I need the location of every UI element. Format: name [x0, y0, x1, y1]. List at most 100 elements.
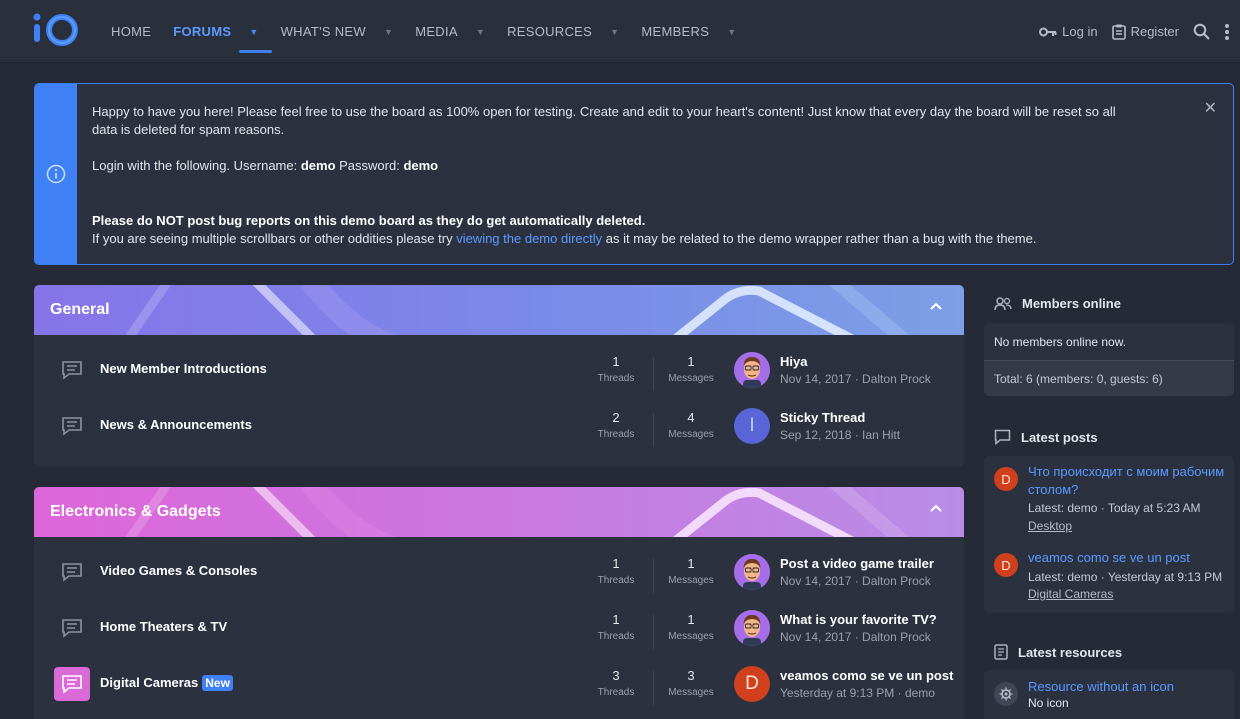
forum-title-link[interactable]: New Member Introductions: [100, 361, 267, 376]
threads-count: 2: [612, 410, 620, 425]
chevron-down-icon[interactable]: ▼: [384, 27, 393, 37]
view-demo-directly-link[interactable]: viewing the demo directly: [456, 231, 602, 246]
chevron-up-icon[interactable]: [930, 302, 942, 310]
avatar[interactable]: D: [994, 467, 1018, 491]
avatar[interactable]: [734, 352, 770, 388]
threads-label: Threads: [597, 631, 635, 642]
avatar[interactable]: [734, 610, 770, 646]
category-electronics: Electronics & Gadgets Video Games & Cons…: [34, 487, 964, 719]
latest-posts-heading[interactable]: Latest posts: [994, 429, 1098, 445]
scroll-suffix: as it may be related to the demo wrapper…: [602, 231, 1037, 246]
avatar[interactable]: I: [734, 408, 770, 444]
latest-post-meta: Latest: demo · Yesterday at 9:13 PM: [1028, 570, 1223, 584]
avatar-letter: I: [749, 415, 755, 436]
category-header[interactable]: Electronics & Gadgets: [34, 487, 964, 537]
last-post-title[interactable]: What is your favorite TV?: [780, 612, 937, 627]
category-general: General New Member Introductions 1 Thread…: [34, 285, 964, 467]
resource-subtitle: No icon: [1028, 696, 1069, 710]
latest-post-forum-link[interactable]: Digital Cameras: [1028, 587, 1113, 601]
latest-post-title[interactable]: veamos como se ve un post: [1028, 549, 1228, 567]
avatar[interactable]: [734, 554, 770, 590]
chevron-down-icon[interactable]: ▼: [727, 27, 736, 37]
nav-home-label: HOME: [111, 24, 152, 39]
messages-stat: 3 Messages: [661, 668, 721, 702]
forum-node[interactable]: Video Games & Consoles 1 Threads 1 Message…: [34, 543, 964, 599]
stat-divider: [653, 615, 654, 649]
avatar[interactable]: D: [994, 553, 1018, 577]
stat-divider: [653, 413, 654, 447]
last-post-meta: Nov 14, 2017 · Dalton Prock: [780, 630, 931, 644]
login-button[interactable]: Log in: [1039, 24, 1098, 39]
messages-count: 1: [687, 354, 695, 369]
site-logo[interactable]: [32, 11, 80, 47]
latest-post-title[interactable]: Что происходит с моим рабочим столом?: [1028, 463, 1228, 499]
messages-stat: 1 Messages: [661, 612, 721, 646]
key-icon: [1039, 27, 1057, 36]
forum-unread-icon: [54, 667, 90, 701]
members-online-heading[interactable]: Members online: [994, 296, 1121, 311]
notice-sidebar: [35, 84, 77, 264]
messages-count: 3: [687, 668, 695, 683]
latest-resources-heading[interactable]: Latest resources: [994, 644, 1122, 660]
messages-stat: 1 Messages: [661, 354, 721, 388]
threads-stat: 2 Threads: [586, 410, 646, 444]
category-header[interactable]: General: [34, 285, 964, 335]
forum-title-link[interactable]: Digital Cameras New: [100, 675, 233, 691]
document-icon: [994, 644, 1008, 660]
last-post-meta: Nov 14, 2017 · Dalton Prock: [780, 574, 931, 588]
search-icon: [1193, 23, 1210, 40]
nav-resources[interactable]: RESOURCES ▼: [496, 0, 630, 63]
chevron-down-icon[interactable]: ▼: [249, 27, 258, 37]
forum-node[interactable]: Digital Cameras New 3 Threads 3 Messages D …: [34, 655, 964, 711]
last-post-meta: Yesterday at 9:13 PM · demo: [780, 686, 935, 700]
close-icon[interactable]: ✕: [1204, 98, 1217, 118]
forum-title-link[interactable]: Home Theaters & TV: [100, 619, 227, 634]
forum-node[interactable]: News & Announcements 2 Threads 4 Messages …: [34, 397, 964, 453]
members-online-block: No members online now. Total: 6 (members…: [984, 323, 1234, 396]
messages-count: 4: [687, 410, 695, 425]
demo-notice: Happy to have you here! Please feel free…: [34, 83, 1234, 265]
forum-title-link[interactable]: News & Announcements: [100, 417, 252, 432]
forum-title-link[interactable]: Video Games & Consoles: [100, 563, 257, 578]
top-navigation-bar: HOME FORUMS ▼ WHAT'S NEW ▼ MEDIA ▼ RESOURCE…: [0, 0, 1240, 63]
more-options-button[interactable]: [1224, 23, 1230, 40]
nav-forums[interactable]: FORUMS ▼: [162, 0, 272, 63]
members-online-empty: No members online now.: [984, 323, 1234, 360]
demo-password: demo: [403, 158, 439, 173]
last-post-title[interactable]: Sticky Thread: [780, 410, 865, 425]
chevron-up-icon[interactable]: [930, 504, 942, 512]
resource-title-link[interactable]: Resource without an icon: [1028, 679, 1174, 694]
last-post-title[interactable]: veamos como se ve un post: [780, 668, 953, 683]
nav-home[interactable]: HOME: [100, 0, 162, 63]
threads-label: Threads: [597, 373, 635, 384]
messages-label: Messages: [668, 575, 714, 586]
chevron-down-icon[interactable]: ▼: [610, 27, 619, 37]
messages-stat: 1 Messages: [661, 556, 721, 590]
avatar[interactable]: D: [734, 666, 770, 702]
last-post-title[interactable]: Hiya: [780, 354, 807, 369]
threads-count: 1: [612, 556, 620, 571]
main-nav: HOME FORUMS ▼ WHAT'S NEW ▼ MEDIA ▼ RESOURCE…: [100, 0, 747, 63]
login-prefix: Login with the following. Username:: [92, 158, 301, 173]
category-title: General: [50, 301, 110, 318]
nav-media-label: MEDIA: [415, 24, 458, 39]
search-button[interactable]: [1193, 23, 1210, 40]
forum-read-icon: [54, 353, 90, 387]
last-post-title[interactable]: Post a video game trailer: [780, 556, 934, 571]
register-button[interactable]: Register: [1111, 24, 1179, 40]
new-badge: New: [202, 675, 233, 691]
nav-members[interactable]: MEMBERS ▼: [630, 0, 747, 63]
notice-login-line: Login with the following. Username: demo…: [92, 157, 1142, 175]
latest-post-forum-link[interactable]: Desktop: [1028, 519, 1072, 533]
forum-node[interactable]: New Member Introductions 1 Threads 1 Messa…: [34, 341, 964, 397]
threads-label: Threads: [597, 429, 635, 440]
password-label: Password:: [335, 158, 404, 173]
header-tools: Log in Register: [1039, 0, 1230, 63]
forum-title-text: Digital Cameras: [100, 675, 199, 690]
nav-media[interactable]: MEDIA ▼: [404, 0, 496, 63]
threads-stat: 1 Threads: [586, 556, 646, 590]
chevron-down-icon[interactable]: ▼: [476, 27, 485, 37]
latest-posts-title: Latest posts: [1021, 429, 1098, 445]
forum-node[interactable]: Home Theaters & TV 1 Threads 1 Messages Wh…: [34, 599, 964, 655]
nav-whats-new[interactable]: WHAT'S NEW ▼: [270, 0, 405, 63]
